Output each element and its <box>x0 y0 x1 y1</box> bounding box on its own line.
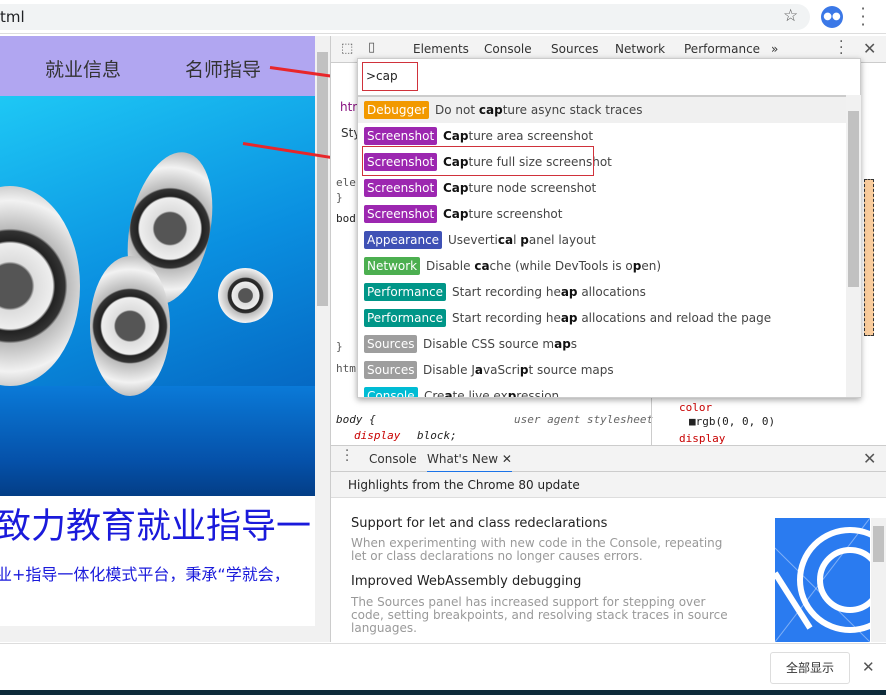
whats-new-title[interactable]: Improved WebAssembly debugging <box>351 574 581 589</box>
nav-item-mentors[interactable]: 名师指导 <box>185 55 261 82</box>
command-item[interactable]: Performance Start recording heap allocati… <box>358 279 846 305</box>
drawer-tab-console[interactable]: Console <box>369 452 417 466</box>
command-category-tag: Screenshot <box>364 205 438 223</box>
command-label: Create live expression <box>424 389 560 397</box>
kebab-menu-icon[interactable]: · · · <box>858 1 868 33</box>
command-label: Disable cache (while DevTools is open) <box>426 259 662 273</box>
whats-new-desc: When experimenting with new code in the … <box>351 536 723 563</box>
url-text: tml <box>0 8 25 26</box>
close-drawer-icon[interactable]: ✕ <box>863 449 876 468</box>
web-page: 就业信息 名师指导 致力教育就业指导一 业+指导一体化模式平台，秉承“学就会， <box>0 36 315 642</box>
command-item[interactable]: Sources Disable CSS source maps <box>358 331 846 357</box>
css-value: block; <box>417 429 457 442</box>
command-item[interactable]: Performance Start recording heap allocati… <box>358 305 846 331</box>
command-item[interactable]: Debugger Do not capture async stack trace… <box>358 97 846 123</box>
command-category-tag: Appearance <box>364 231 443 249</box>
command-item[interactable]: Console Create live expression <box>358 383 846 397</box>
show-all-button[interactable]: 全部显示 <box>770 652 850 684</box>
style-rule-brace: } <box>336 340 343 353</box>
whats-new-title[interactable]: Support for let and class redeclarations <box>351 516 607 531</box>
ua-style-rule: body { <box>336 413 376 426</box>
command-item[interactable]: Screenshot Capture screenshot <box>358 201 846 227</box>
more-tabs-button[interactable]: » <box>771 42 778 56</box>
command-category-tag: Screenshot <box>364 179 438 197</box>
css-property: display <box>354 429 401 442</box>
inspect-icon[interactable]: ⬚ <box>341 41 353 56</box>
scrollbar-thumb[interactable] <box>848 111 859 287</box>
taskbar-edge <box>0 690 886 695</box>
command-item[interactable]: Appearance Usevertical panel layout <box>358 227 846 253</box>
command-item[interactable]: Screenshot Capture node screenshot <box>358 175 846 201</box>
style-rule: bod <box>336 212 356 225</box>
command-category-tag: Network <box>364 257 421 275</box>
command-category-tag: Debugger <box>364 101 430 119</box>
avatar-icon[interactable]: ●● <box>821 6 843 28</box>
bearing-image <box>218 268 273 323</box>
banner-image <box>0 96 315 496</box>
command-label: Start recording heap allocations <box>452 285 646 299</box>
browser-toolbar: tml ☆ ●● · · · <box>0 0 886 34</box>
address-bar[interactable]: tml <box>0 4 810 30</box>
close-icon[interactable]: ✕ <box>863 39 876 58</box>
site-nav: 就业信息 名师指导 <box>0 36 315 96</box>
tab-network[interactable]: Network <box>615 42 665 56</box>
banner-floor <box>0 386 315 496</box>
horizontal-scrollbar[interactable] <box>0 626 315 642</box>
style-rule: ele <box>336 176 356 189</box>
page-subtitle: 业+指导一体化模式平台，秉承“学就会， <box>0 565 290 584</box>
command-label: Capture node screenshot <box>443 181 597 195</box>
ua-stylesheet-label: user agent stylesheet <box>514 413 654 426</box>
command-category-tag: Sources <box>364 335 418 353</box>
command-label: Do not capture async stack traces <box>435 103 643 117</box>
close-tab-icon[interactable]: ✕ <box>502 452 512 466</box>
command-list: Debugger Do not capture async stack trace… <box>358 95 846 397</box>
download-bar: 全部显示 ✕ <box>0 643 886 690</box>
device-toolbar-icon[interactable]: ▯ <box>368 40 375 55</box>
box-model-margin <box>864 179 874 336</box>
scrollbar-thumb[interactable] <box>317 52 328 306</box>
drawer-tabbar: · · · Console What's New ✕ ✕ <box>331 445 886 473</box>
devtools-menu-icon[interactable]: · · · <box>839 35 843 61</box>
nav-item-jobs[interactable]: 就业信息 <box>45 55 121 82</box>
close-download-bar-icon[interactable]: ✕ <box>862 658 875 676</box>
command-item[interactable]: Sources Disable JavaScript source maps <box>358 357 846 383</box>
command-category-tag: Console <box>364 387 418 397</box>
whats-new-desc: The Sources panel has increased support … <box>351 595 728 635</box>
command-category-tag: Performance <box>364 283 447 301</box>
drawer-scrollbar[interactable] <box>871 518 886 642</box>
highlight-box <box>362 146 594 176</box>
command-label: Disable CSS source maps <box>423 337 578 351</box>
drawer-menu-icon[interactable]: · · · <box>345 445 349 468</box>
chrome-80-image <box>775 518 870 642</box>
computed-prop[interactable]: display <box>679 432 725 445</box>
command-label: Capture screenshot <box>443 207 563 221</box>
command-label: Usevertical panel layout <box>448 233 596 247</box>
star-icon[interactable]: ☆ <box>783 6 798 26</box>
command-category-tag: Screenshot <box>364 127 438 145</box>
computed-value: ■rgb(0, 0, 0) <box>689 415 776 428</box>
bearing-image <box>90 256 170 396</box>
command-category-tag: Performance <box>364 309 447 327</box>
style-rule-brace: } <box>336 191 343 204</box>
page-headline: 致力教育就业指导一 <box>0 507 312 547</box>
tab-performance[interactable]: Performance <box>684 42 760 56</box>
command-label: Disable JavaScript source maps <box>423 363 614 377</box>
command-item[interactable]: Network Disable cache (while DevTools is … <box>358 253 846 279</box>
tab-sources[interactable]: Sources <box>551 42 598 56</box>
command-label: Capture area screenshot <box>443 129 594 143</box>
whats-new-header: Highlights from the Chrome 80 update <box>331 472 886 498</box>
command-palette: >cap Debugger Do not capture async stack … <box>357 58 861 398</box>
tab-console[interactable]: Console <box>484 42 532 56</box>
command-input[interactable]: >cap <box>362 62 418 91</box>
style-rule: htm <box>336 362 356 375</box>
computed-prop[interactable]: color <box>679 401 712 414</box>
command-label: Start recording heap allocations and rel… <box>452 311 772 325</box>
bearing-image <box>0 186 80 386</box>
drawer-tab-whats-new[interactable]: What's New ✕ <box>427 452 512 473</box>
command-category-tag: Sources <box>364 361 418 379</box>
tab-elements[interactable]: Elements <box>413 42 469 56</box>
